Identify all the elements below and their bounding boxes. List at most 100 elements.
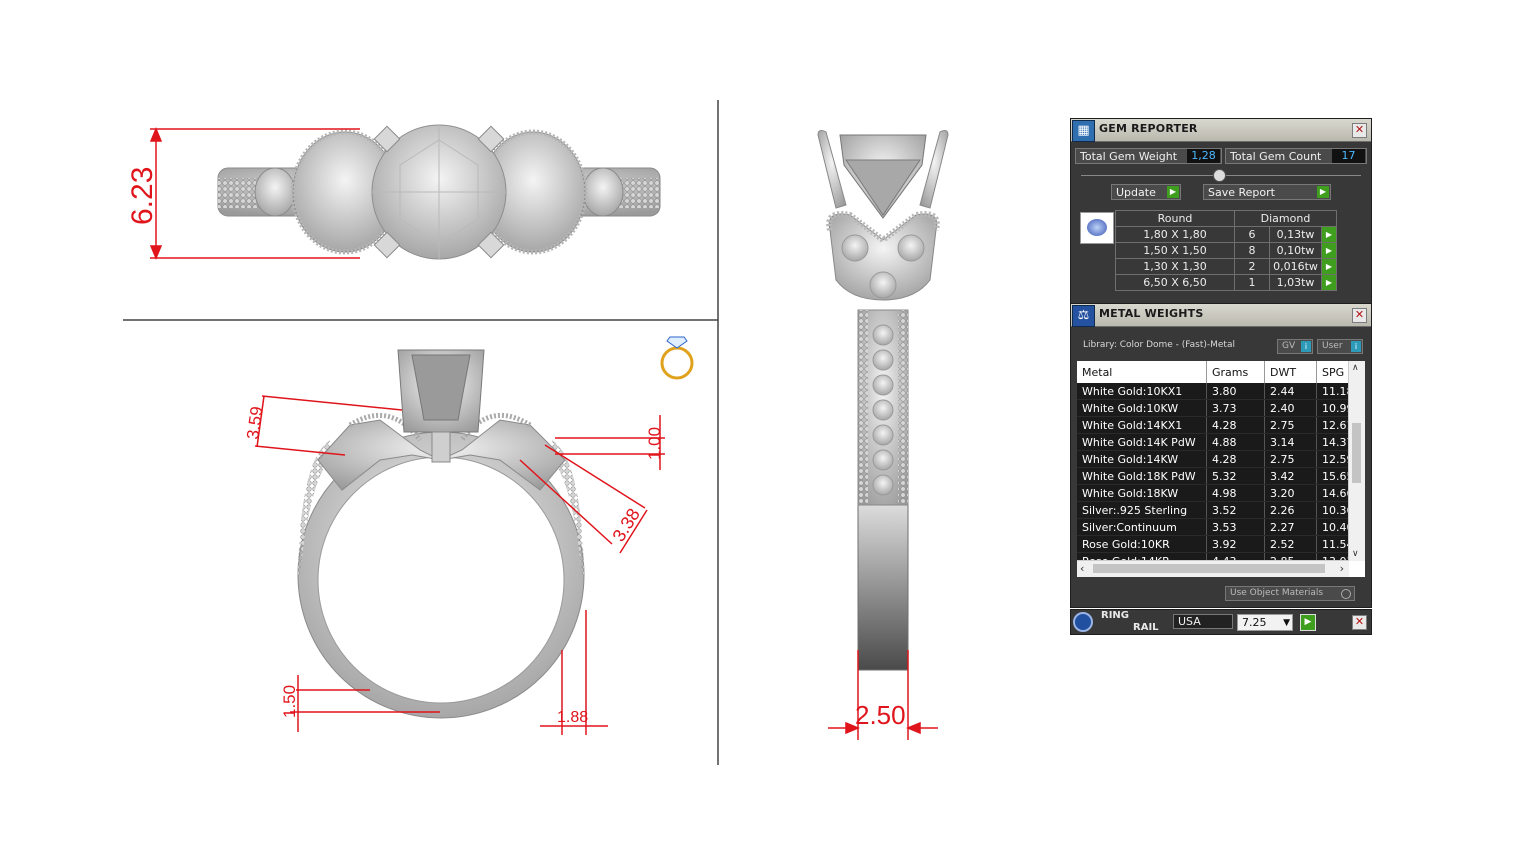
cad-drawing-area: 6.23 3.59 1.00 3.38 1.50 1.88 2.50: [123, 100, 949, 765]
dim-label-side-shoulder: 3.38: [608, 505, 644, 545]
metal-grams: 3.73: [1206, 399, 1265, 417]
chevron-down-icon: ▼: [1283, 618, 1290, 628]
dwt-header[interactable]: DWT: [1264, 361, 1317, 383]
metal-name: White Gold:18KW: [1077, 484, 1207, 502]
metal-spg: 12.59: [1316, 450, 1349, 468]
dim-label-side-prong: 3.59: [243, 405, 266, 440]
gem-size: 1,80 X 1,80: [1115, 226, 1235, 243]
ring-size-select[interactable]: 7.25 ▼: [1237, 614, 1293, 631]
splitter-knob-icon[interactable]: [1213, 169, 1226, 182]
metal-row[interactable]: Silver:.925 Sterling3.522.2610.36: [1077, 501, 1349, 519]
close-icon[interactable]: ✕: [1352, 615, 1367, 630]
use-object-materials-button[interactable]: Use Object Materials: [1225, 586, 1355, 601]
grams-header[interactable]: Grams: [1206, 361, 1265, 383]
info-icon: i: [1351, 341, 1361, 352]
metal-dwt: 3.20: [1264, 484, 1317, 502]
metal-row[interactable]: White Gold:14KX14.282.7512.61: [1077, 416, 1349, 434]
user-toggle[interactable]: User i: [1317, 339, 1363, 354]
metal-row[interactable]: Rose Gold:10KR3.922.5211.54: [1077, 535, 1349, 553]
metal-grams: 4.28: [1206, 416, 1265, 434]
total-gem-weight-field: Total Gem Weight 1,28: [1075, 148, 1222, 164]
metal-spg: 10.99: [1316, 399, 1349, 417]
use-object-materials-label: Use Object Materials: [1230, 588, 1324, 598]
scroll-thumb[interactable]: [1352, 423, 1361, 483]
scroll-left-icon[interactable]: ‹: [1080, 562, 1084, 575]
metal-spg: 11.18: [1316, 383, 1349, 400]
scroll-right-icon[interactable]: ›: [1340, 562, 1344, 575]
metal-spg: 12.61: [1316, 416, 1349, 434]
metal-weights-titlebar[interactable]: ⚖ METAL WEIGHTS ✕: [1071, 304, 1371, 327]
gem-type-icon: [1080, 212, 1114, 244]
close-icon[interactable]: ✕: [1352, 308, 1367, 323]
vertical-scrollbar[interactable]: ∧ ∨: [1348, 361, 1365, 561]
dim-label-shank-thickness: 1.50: [280, 685, 299, 718]
gem-row-play-icon[interactable]: ▶: [1321, 274, 1337, 291]
metal-name: White Gold:10KX1: [1077, 383, 1207, 400]
metal-row[interactable]: White Gold:14K PdW4.883.1414.37: [1077, 433, 1349, 451]
metal-grams: 5.32: [1206, 467, 1265, 485]
save-report-button[interactable]: Save Report ▶: [1203, 184, 1331, 200]
gem-count: 1: [1234, 274, 1270, 291]
dim-label-shank-width-side: 1.88: [557, 709, 588, 726]
metal-dwt: 2.26: [1264, 501, 1317, 519]
metal-row[interactable]: White Gold:18K PdW5.323.4215.65: [1077, 467, 1349, 485]
close-icon[interactable]: ✕: [1352, 123, 1367, 138]
dim-label-side-gap: 1.00: [645, 427, 664, 460]
gem-weight: 0,10tw: [1269, 242, 1322, 259]
ring-rail-play-icon[interactable]: ▶: [1300, 614, 1316, 631]
metal-name: White Gold:14KX1: [1077, 416, 1207, 434]
scroll-up-icon[interactable]: ∧: [1352, 363, 1359, 373]
metal-grams: 4.28: [1206, 450, 1265, 468]
metal-grams: 3.92: [1206, 535, 1265, 553]
metal-dwt: 2.52: [1264, 535, 1317, 553]
horizontal-scrollbar[interactable]: ‹ ›: [1077, 560, 1349, 577]
ring-standard-field[interactable]: USA: [1173, 614, 1233, 629]
metal-spg: 10.36: [1316, 501, 1349, 519]
metal-name: White Gold:10KW: [1077, 399, 1207, 417]
metal-dwt: 3.42: [1264, 467, 1317, 485]
play-icon: ▶: [1317, 186, 1329, 198]
play-icon: ▶: [1167, 186, 1179, 198]
gem-reporter-icon: ▦: [1072, 120, 1095, 142]
scroll-thumb-horizontal[interactable]: [1093, 564, 1325, 573]
ring-rail-icon: [1073, 612, 1093, 632]
metal-grams: 4.98: [1206, 484, 1265, 502]
metal-row[interactable]: White Gold:10KX13.802.4411.18: [1077, 383, 1349, 400]
metal-spg: 11.54: [1316, 535, 1349, 553]
gem-count: 8: [1234, 242, 1270, 259]
gv-toggle[interactable]: GV i: [1277, 339, 1313, 354]
total-gem-weight-label: Total Gem Weight: [1080, 150, 1178, 163]
user-label: User: [1322, 341, 1343, 351]
total-gem-count-label: Total Gem Count: [1230, 150, 1322, 163]
gem-row-play-icon[interactable]: ▶: [1321, 258, 1337, 275]
gem-reporter-titlebar[interactable]: ▦ GEM REPORTER ✕: [1071, 119, 1371, 142]
toggle-icon: [1341, 589, 1351, 599]
ring-rail-title-1: RING: [1101, 610, 1129, 621]
gem-type-header: Diamond: [1234, 210, 1337, 227]
metal-row[interactable]: White Gold:14KW4.282.7512.59: [1077, 450, 1349, 468]
metal-weights-panel: ⚖ METAL WEIGHTS ✕ Library: Color Dome - …: [1070, 303, 1372, 608]
info-icon: i: [1301, 341, 1311, 352]
metal-name: White Gold:14KW: [1077, 450, 1207, 468]
gem-weight: 1,03tw: [1269, 274, 1322, 291]
metal-row[interactable]: White Gold:10KW3.732.4010.99: [1077, 399, 1349, 417]
gem-count: 6: [1234, 226, 1270, 243]
metal-row[interactable]: White Gold:18KW4.983.2014.66: [1077, 484, 1349, 502]
metal-row[interactable]: Silver:Continuum3.532.2710.40: [1077, 518, 1349, 536]
total-gem-count-field: Total Gem Count 17: [1225, 148, 1367, 164]
gem-count: 2: [1234, 258, 1270, 275]
metal-spg: 14.66: [1316, 484, 1349, 502]
gem-row-play-icon[interactable]: ▶: [1321, 226, 1337, 243]
total-gem-weight-value: 1,28: [1187, 149, 1220, 163]
gem-weight: 0,13tw: [1269, 226, 1322, 243]
metal-header[interactable]: Metal: [1077, 361, 1207, 383]
gem-row-play-icon[interactable]: ▶: [1321, 242, 1337, 259]
scroll-down-icon[interactable]: ∨: [1352, 549, 1359, 559]
gv-label: GV: [1282, 341, 1296, 351]
metal-grams: 3.80: [1206, 383, 1265, 400]
spg-header[interactable]: SPG: [1316, 361, 1349, 383]
update-button[interactable]: Update ▶: [1111, 184, 1181, 200]
scale-icon: ⚖: [1072, 305, 1095, 327]
metal-name: White Gold:14K PdW: [1077, 433, 1207, 451]
dim-label-top-height: 6.23: [126, 167, 159, 225]
